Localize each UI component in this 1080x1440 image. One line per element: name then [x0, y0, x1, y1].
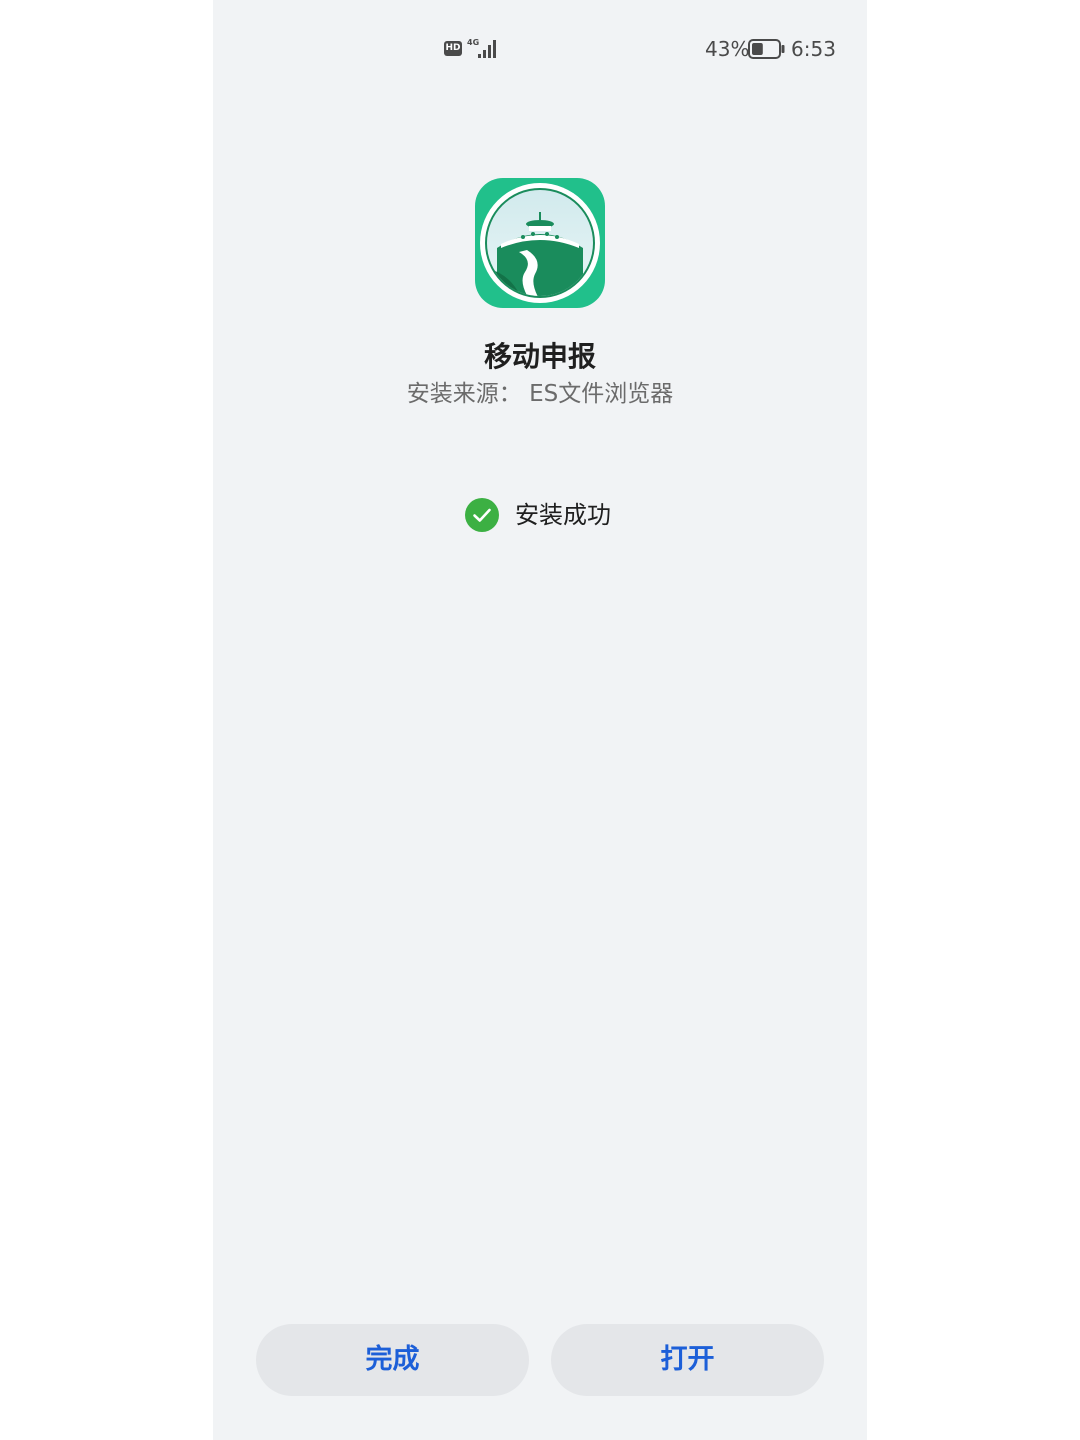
install-status-text: 安装成功 [515, 501, 611, 529]
app-name: 移动申报 [483, 340, 596, 373]
install-source: 安装来源： ES文件浏览器 [406, 381, 674, 407]
status-bar: HD 4G 43% 6:53 [213, 0, 867, 100]
installer-screen: HD 4G 43% 6:53 移动申报 安装来源： ES文件浏览器 安装成功 完… [213, 0, 867, 1440]
clock: 6:53 [791, 37, 836, 61]
check-circle-icon [465, 498, 499, 532]
battery-level-fill [752, 43, 763, 55]
battery-icon [748, 39, 785, 59]
cellular-signal-icon: 4G [467, 38, 496, 58]
done-button[interactable]: 完成 [256, 1324, 529, 1396]
install-status: 安装成功 [465, 496, 611, 534]
hd-icon: HD [444, 41, 462, 56]
network-type-label: 4G [467, 38, 479, 47]
open-button[interactable]: 打开 [551, 1324, 824, 1396]
app-logo-icon [475, 178, 605, 308]
battery-percent: 43% [705, 37, 750, 61]
